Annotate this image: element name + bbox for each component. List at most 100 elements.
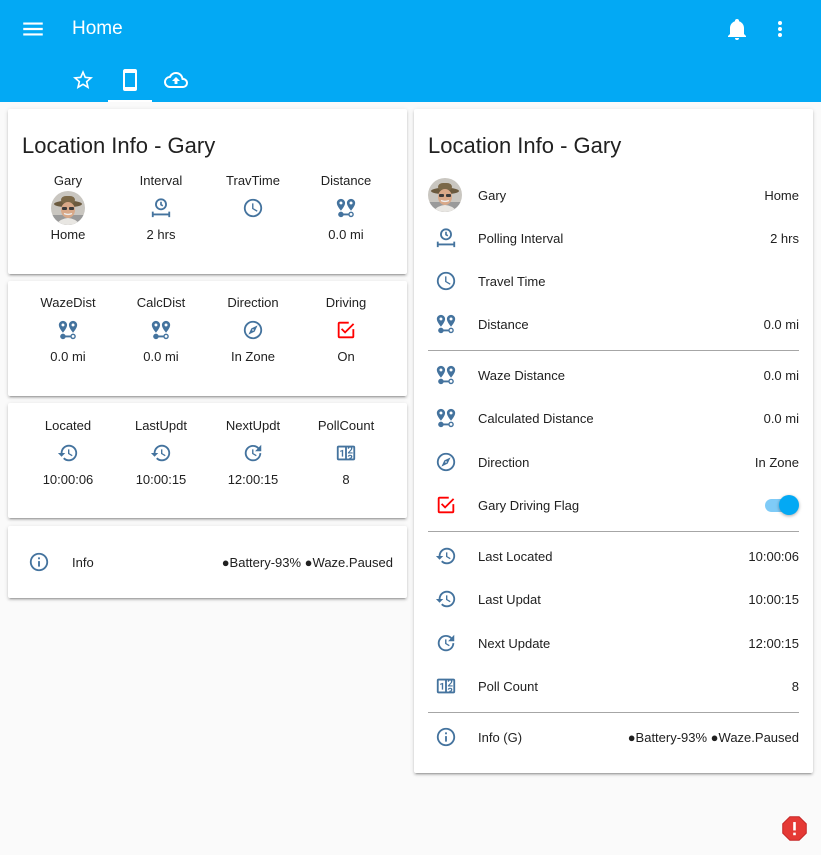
- checkbox-marked-icon: [435, 494, 457, 516]
- entity-row-last-update[interactable]: Last Updat 10:00:15: [428, 581, 799, 617]
- glance-direction[interactable]: Direction In Zone: [207, 295, 299, 365]
- entity-name: Distance: [478, 316, 529, 332]
- entity-name: Gary: [478, 187, 507, 203]
- clock-icon: [242, 197, 264, 219]
- entity-name: Info (G): [478, 729, 523, 745]
- glance-state: [207, 227, 299, 243]
- glance-label: Direction: [227, 295, 279, 310]
- location-info-entities-card: Location Info - Gary Gary Home Polling I…: [414, 109, 813, 773]
- info-card: Info ●Battery-93% ●Waze.Paused: [8, 526, 407, 598]
- update-times-glance-card: Located 10:00:06 LastUpdt 10:00:15 NextU…: [8, 403, 407, 518]
- entity-row-info[interactable]: Info (G) ●Battery-93% ●Waze.Paused: [428, 719, 799, 755]
- entity-row-travel-time[interactable]: Travel Time: [428, 263, 799, 299]
- tab-mobile[interactable]: [108, 58, 152, 102]
- glance-gary[interactable]: Gary Home: [22, 173, 114, 243]
- glance-state: 8: [342, 472, 350, 487]
- distance-glance-card: WazeDist 0.0 mi CalcDist 0.0 mi Directio…: [8, 281, 407, 396]
- glance-driving[interactable]: Driving On: [300, 295, 392, 365]
- entity-row-last-located[interactable]: Last Located 10:00:06: [428, 538, 799, 574]
- glance-state: 10:00:15: [135, 472, 187, 487]
- glance-located[interactable]: Located 10:00:06: [22, 418, 114, 488]
- map-marker-distance-icon: [335, 197, 357, 219]
- glance-wazedist[interactable]: WazeDist 0.0 mi: [22, 295, 114, 365]
- glance-state: On: [337, 349, 355, 364]
- timer-interval-icon: [150, 197, 172, 219]
- driving-flag-toggle[interactable]: [763, 495, 799, 515]
- map-marker-distance-icon: [435, 407, 457, 429]
- entity-name: Last Located: [478, 548, 553, 564]
- app-header: Home: [0, 0, 821, 102]
- avatar: [428, 178, 462, 212]
- history-icon: [435, 588, 457, 610]
- glance-nextupdt[interactable]: NextUpdt 12:00:15: [207, 418, 299, 488]
- compass-icon: [435, 451, 457, 473]
- page-title: Home: [72, 18, 123, 39]
- history-icon: [150, 442, 172, 464]
- entity-row-distance[interactable]: Distance 0.0 mi: [428, 306, 799, 342]
- entity-name: Calculated Distance: [478, 410, 594, 426]
- glance-label: NextUpdt: [225, 418, 281, 433]
- glance-label: LastUpdt: [134, 418, 188, 433]
- glance-label: CalcDist: [136, 295, 186, 310]
- entity-state: Home: [764, 187, 799, 203]
- glance-label: Located: [44, 418, 92, 433]
- entity-name: Waze Distance: [478, 367, 565, 383]
- glance-travtime[interactable]: TravTime: [207, 173, 299, 243]
- history-icon: [435, 545, 457, 567]
- tab-favorites[interactable]: [61, 58, 105, 102]
- entity-name: Next Update: [478, 635, 551, 651]
- glance-state: In Zone: [230, 349, 276, 364]
- card-title: Location Info - Gary: [428, 133, 622, 158]
- tab-cloud[interactable]: [154, 58, 198, 102]
- entity-state: 0.0 mi: [763, 410, 799, 426]
- entity-name: Info: [72, 554, 94, 570]
- entity-row-waze-distance[interactable]: Waze Distance 0.0 mi: [428, 357, 799, 393]
- entity-row-next-update[interactable]: Next Update 12:00:15: [428, 625, 799, 661]
- glance-state: 0.0 mi: [50, 349, 86, 364]
- location-info-glance-card: Location Info - Gary Gary Home Interval …: [8, 109, 407, 274]
- divider: [428, 531, 799, 532]
- more-vert-icon[interactable]: [770, 17, 790, 41]
- glance-distance[interactable]: Distance 0.0 mi: [300, 173, 392, 243]
- entity-state: 8: [791, 678, 799, 694]
- entity-row-gary[interactable]: Gary Home: [428, 177, 799, 213]
- entity-row-direction[interactable]: Direction In Zone: [428, 444, 799, 480]
- glance-calcdist[interactable]: CalcDist 0.0 mi: [115, 295, 207, 365]
- counter-icon: [435, 675, 457, 697]
- glance-lastupdt[interactable]: LastUpdt 10:00:15: [115, 418, 207, 488]
- glance-label: WazeDist: [40, 295, 96, 310]
- glance-state: Home: [50, 227, 86, 242]
- counter-icon: [335, 442, 357, 464]
- entity-name: Polling Interval: [478, 230, 564, 246]
- entity-name: Travel Time: [478, 273, 546, 289]
- entity-row-calculated-distance[interactable]: Calculated Distance 0.0 mi: [428, 400, 799, 436]
- entity-state: 0.0 mi: [763, 316, 799, 332]
- toggle-thumb: [779, 495, 799, 515]
- entity-name: Direction: [478, 454, 530, 470]
- glance-state: 12:00:15: [227, 472, 279, 487]
- bell-icon[interactable]: [725, 17, 749, 41]
- info-icon: [435, 726, 457, 748]
- alert-octagon-icon[interactable]: [779, 813, 810, 844]
- menu-icon[interactable]: [20, 16, 46, 42]
- info-row[interactable]: Info ●Battery-93% ●Waze.Paused: [28, 544, 393, 580]
- compass-icon: [242, 319, 264, 341]
- glance-label: PollCount: [317, 418, 375, 433]
- glance-state: 0.0 mi: [143, 349, 179, 364]
- entity-state: 12:00:15: [748, 635, 799, 651]
- avatar: [51, 191, 85, 225]
- map-marker-distance-icon: [435, 364, 457, 386]
- entity-state: 10:00:06: [748, 548, 799, 564]
- glance-state: 10:00:06: [42, 472, 94, 487]
- glance-interval[interactable]: Interval 2 hrs: [115, 173, 207, 243]
- entity-name: Poll Count: [478, 678, 538, 694]
- glance-pollcount[interactable]: PollCount 8: [300, 418, 392, 488]
- glance-state: 2 hrs: [146, 227, 176, 242]
- entity-row-polling-interval[interactable]: Polling Interval 2 hrs: [428, 220, 799, 256]
- clock-icon: [435, 270, 457, 292]
- entity-state: 0.0 mi: [763, 367, 799, 383]
- entity-row-driving-flag[interactable]: Gary Driving Flag: [428, 487, 799, 523]
- entity-row-poll-count[interactable]: Poll Count 8: [428, 668, 799, 704]
- update-icon: [242, 442, 264, 464]
- timer-interval-icon: [435, 227, 457, 249]
